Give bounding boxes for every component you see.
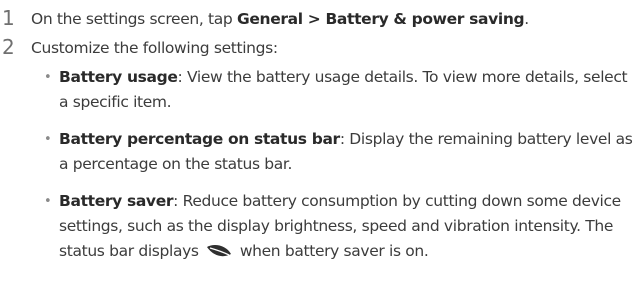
step-instruction: Customize the following settings: <box>31 39 278 57</box>
step-instruction: On the settings screen, tap General > Ba… <box>31 8 529 30</box>
list-item-battery-usage: • Battery usage: View the battery usage … <box>44 65 634 115</box>
battery-saver-leaf-icon <box>206 242 232 267</box>
bullet-dot: • <box>44 194 52 209</box>
settings-list: • Battery usage: View the battery usage … <box>44 65 634 279</box>
setting-term: Battery usage <box>59 68 178 86</box>
step-number: 1 <box>2 6 15 30</box>
step-1-suffix: . <box>524 10 529 28</box>
menu-path-battery: Battery & power saving <box>325 10 525 28</box>
step-1-prefix: On the settings screen, tap <box>31 10 237 28</box>
menu-path-separator: > <box>302 10 326 28</box>
step-number: 2 <box>2 35 15 59</box>
setting-term: Battery saver <box>59 192 174 210</box>
setting-term: Battery percentage on status bar <box>59 130 340 148</box>
list-item-battery-percentage: • Battery percentage on status bar: Disp… <box>44 127 634 177</box>
bullet-dot: • <box>44 70 52 85</box>
setting-description-end: when battery saver is on. <box>239 242 429 260</box>
bullet-dot: • <box>44 132 52 147</box>
menu-path-general: General <box>236 10 303 28</box>
list-item-battery-saver: • Battery saver: Reduce battery consumpt… <box>44 189 634 267</box>
